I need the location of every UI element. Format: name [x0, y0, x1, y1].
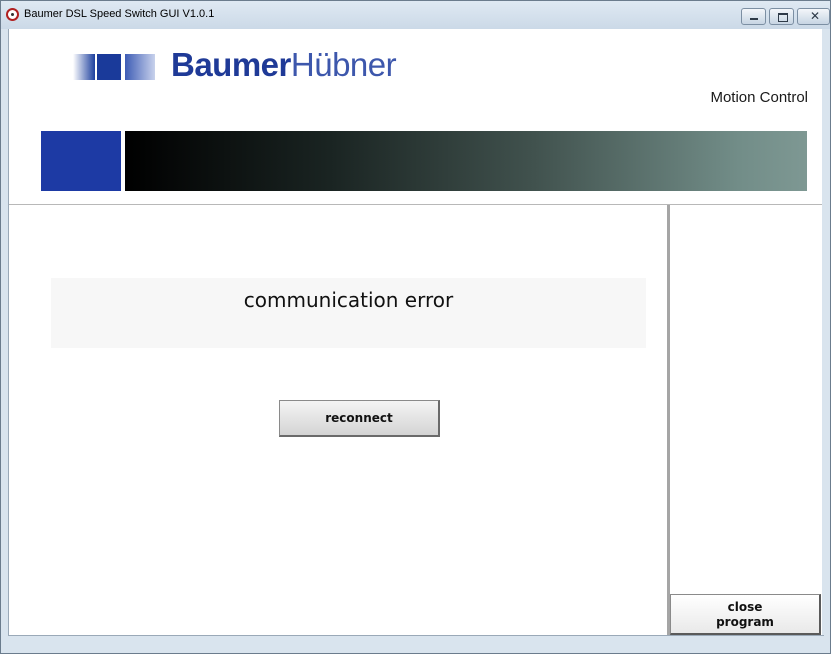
close-icon: ✕ — [810, 9, 821, 23]
logo-wordmark-bold: Baumer — [171, 46, 291, 83]
logo-stripe — [125, 54, 155, 80]
reconnect-button[interactable]: reconnect — [279, 400, 440, 437]
client-border — [8, 635, 824, 636]
title-bar[interactable]: Baumer DSL Speed Switch GUI V1.0.1 ✕ — [1, 1, 830, 29]
status-message-box: communication error — [51, 278, 646, 348]
status-message: communication error — [243, 288, 454, 312]
logo-wordmark: BaumerHübner — [171, 45, 397, 85]
close-program-label-line2: program — [716, 615, 774, 629]
close-window-button[interactable]: ✕ — [797, 8, 830, 25]
app-icon[interactable] — [6, 8, 19, 21]
logo-stripe — [73, 54, 95, 80]
header-accent-block — [41, 131, 121, 191]
brand-logo: BaumerHübner — [43, 34, 428, 94]
tagline: Motion Control — [710, 89, 808, 106]
minimize-button[interactable] — [741, 8, 766, 25]
header-gradient-bar — [125, 131, 807, 191]
logo-wordmark-light: Hübner — [290, 46, 397, 83]
close-program-button[interactable]: close program — [670, 594, 821, 635]
side-panel — [667, 205, 822, 635]
window-title: Baumer DSL Speed Switch GUI V1.0.1 — [24, 8, 215, 20]
maximize-icon — [778, 13, 788, 22]
maximize-button[interactable] — [769, 8, 794, 25]
application-window: Baumer DSL Speed Switch GUI V1.0.1 ✕ Bau… — [0, 0, 831, 654]
minimize-icon — [750, 18, 758, 20]
logo-stripe — [97, 54, 121, 80]
close-program-label-line1: close — [727, 600, 763, 614]
